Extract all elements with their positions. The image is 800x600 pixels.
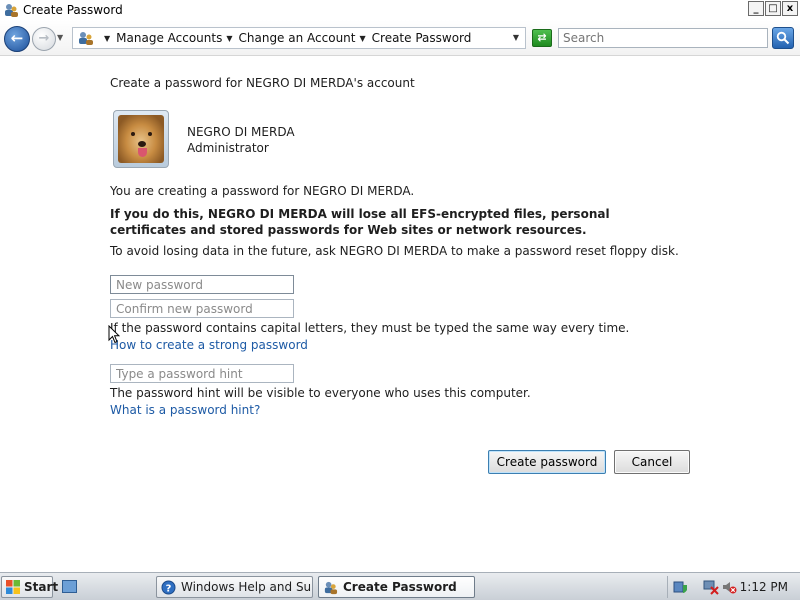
windows-logo-icon bbox=[5, 579, 21, 595]
svg-text:?: ? bbox=[166, 583, 172, 594]
user-accounts-icon bbox=[3, 2, 19, 18]
breadcrumb-arrow-icon[interactable]: ▼ bbox=[104, 34, 110, 43]
taskbar-item-label: Windows Help and Sup... bbox=[181, 580, 312, 594]
page-title: Create a password for NEGRO DI MERDA's a… bbox=[110, 76, 415, 90]
create-password-button[interactable]: Create password bbox=[488, 450, 606, 474]
mouse-cursor-icon bbox=[108, 324, 121, 347]
strong-password-link[interactable]: How to create a strong password bbox=[110, 338, 308, 352]
help-icon: ? bbox=[161, 580, 176, 594]
back-arrow-icon[interactable]: ← bbox=[4, 26, 30, 52]
password-hint-link[interactable]: What is a password hint? bbox=[110, 403, 260, 417]
confirm-password-field[interactable] bbox=[110, 299, 294, 318]
taskbar-item-label: Create Password bbox=[343, 580, 457, 594]
breadcrumb-manage-accounts[interactable]: Manage Accounts bbox=[116, 31, 222, 45]
caps-note: If the password contains capital letters… bbox=[110, 321, 630, 335]
breadcrumb-arrow-icon[interactable]: ▼ bbox=[226, 34, 232, 43]
security-center-icon[interactable] bbox=[673, 579, 689, 595]
history-dropdown-icon[interactable]: ▼ bbox=[57, 33, 63, 42]
refresh-icon[interactable]: ⇄ bbox=[532, 29, 552, 47]
intro-text: You are creating a password for NEGRO DI… bbox=[110, 184, 415, 198]
dog-avatar-icon bbox=[118, 115, 164, 163]
breadcrumb-arrow-icon[interactable]: ▼ bbox=[359, 34, 365, 43]
title-bar: Create Password _ □ x bbox=[0, 0, 800, 20]
forward-arrow-icon[interactable]: → bbox=[32, 27, 56, 51]
user-name: NEGRO DI MERDA bbox=[187, 125, 295, 139]
cancel-button[interactable]: Cancel bbox=[614, 450, 690, 474]
show-desktop-icon[interactable] bbox=[62, 580, 77, 593]
hint-note: The password hint will be visible to eve… bbox=[110, 386, 531, 400]
taskbar-item-create-password[interactable]: Create Password bbox=[318, 576, 475, 598]
avatar bbox=[113, 110, 169, 168]
user-role: Administrator bbox=[187, 141, 269, 155]
address-bar[interactable]: ▼ Manage Accounts ▼ Change an Account ▼ … bbox=[72, 27, 526, 49]
clock[interactable]: 1:12 PM bbox=[740, 580, 788, 594]
close-button[interactable]: x bbox=[782, 1, 798, 16]
window-title: Create Password bbox=[23, 3, 123, 17]
volume-muted-icon[interactable] bbox=[721, 579, 737, 595]
warning-text: If you do this, NEGRO DI MERDA will lose… bbox=[110, 207, 610, 237]
control-panel-icon bbox=[77, 30, 95, 46]
breadcrumb-change-account[interactable]: Change an Account bbox=[239, 31, 356, 45]
address-dropdown-icon[interactable]: ▼ bbox=[513, 33, 519, 42]
password-hint-field[interactable] bbox=[110, 364, 294, 383]
navigation-bar: ← → ▼ ▼ Manage Accounts ▼ Change an Acco… bbox=[0, 20, 800, 56]
user-accounts-icon bbox=[324, 581, 338, 594]
search-input[interactable] bbox=[558, 28, 768, 48]
search-icon[interactable] bbox=[772, 27, 794, 49]
start-label: Start bbox=[24, 580, 59, 594]
maximize-button[interactable]: □ bbox=[765, 1, 781, 16]
system-tray: 1:12 PM bbox=[667, 576, 798, 598]
minimize-button[interactable]: _ bbox=[748, 1, 764, 16]
taskbar: Start ? Windows Help and Sup... Create P… bbox=[0, 572, 800, 600]
advice-text: To avoid losing data in the future, ask … bbox=[110, 244, 679, 258]
network-disconnected-icon[interactable] bbox=[703, 579, 719, 595]
breadcrumb-create-password[interactable]: Create Password bbox=[372, 31, 472, 45]
new-password-field[interactable] bbox=[110, 275, 294, 294]
taskbar-item-help[interactable]: ? Windows Help and Sup... bbox=[156, 576, 313, 598]
start-button[interactable]: Start bbox=[1, 576, 58, 598]
